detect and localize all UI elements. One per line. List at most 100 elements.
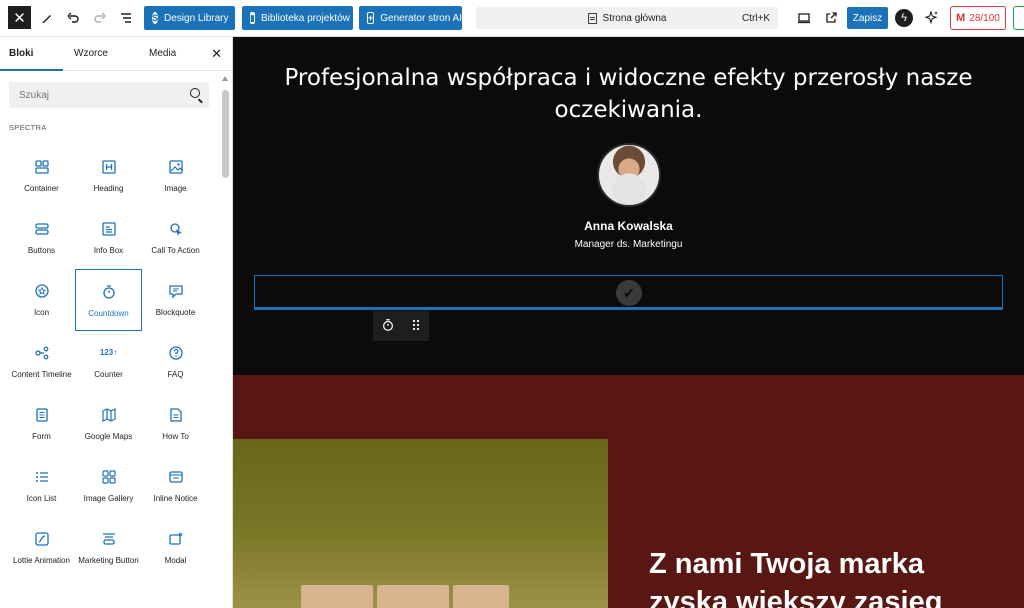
wooden-block-image — [453, 585, 509, 608]
list-view-icon — [121, 13, 131, 23]
design-library-button[interactable]: S Design Library — [144, 6, 235, 30]
counter-icon: 123↑ — [99, 348, 118, 357]
testimonial-section[interactable]: Profesjonalna współpraca i widoczne efek… — [233, 37, 1024, 375]
countdown-icon — [383, 318, 393, 331]
preview-button[interactable] — [792, 6, 816, 30]
call-to-action-icon — [168, 221, 184, 237]
block-call-to-action[interactable]: Call To Action — [142, 207, 209, 269]
avatar[interactable] — [597, 143, 661, 207]
document-command-bar[interactable]: Strona główna Ctrl+K — [476, 7, 778, 29]
wooden-block-image — [377, 585, 449, 608]
save-button[interactable]: Zapisz — [847, 7, 888, 29]
redo-button[interactable] — [88, 6, 112, 30]
block-how-to[interactable]: How To — [142, 393, 209, 455]
blocks-photo[interactable] — [233, 439, 608, 608]
heading-icon — [101, 159, 117, 175]
marketing-button-icon — [101, 531, 117, 547]
ai-sparkle-icon: + — [367, 12, 375, 24]
block-icon-list[interactable]: Icon List — [8, 455, 75, 517]
ai-page-generator-button[interactable]: + Generator stron AI — [359, 6, 462, 30]
how-to-icon — [168, 407, 184, 423]
block-form[interactable]: Form — [8, 393, 75, 455]
block-info-box[interactable]: Info Box — [75, 207, 142, 269]
editor-top-toolbar: ✕ S Design Library ▮ Biblioteka projektó… — [0, 0, 1024, 37]
block-image-gallery[interactable]: Image Gallery — [75, 455, 142, 517]
block-faq[interactable]: FAQ — [142, 331, 209, 393]
close-editor-button[interactable]: ✕ — [8, 6, 31, 29]
countdown-icon — [101, 284, 117, 300]
sidebar-scrollbar[interactable] — [222, 74, 229, 607]
undo-button[interactable] — [61, 6, 85, 30]
block-blockquote[interactable]: Blockquote — [142, 269, 209, 331]
image-icon — [168, 159, 184, 175]
testimonial-author-role[interactable]: Manager ds. Marketingu — [233, 239, 1024, 250]
redo-icon — [94, 12, 106, 23]
seo-score-badge[interactable]: M 28/100 — [950, 6, 1006, 30]
countdown-block-switcher[interactable] — [381, 318, 395, 335]
library-logo-icon: ▮ — [250, 12, 255, 24]
buttons-icon — [34, 221, 50, 237]
page-icon — [587, 12, 597, 24]
drag-handle-icon[interactable] — [411, 318, 421, 335]
ai-assistant-button[interactable] — [920, 6, 944, 30]
section-headline[interactable]: Z nami Twoja marka zyska większy zasięg — [649, 545, 1009, 608]
editor-canvas: Profesjonalna współpraca i widoczne efek… — [233, 37, 1024, 608]
scroll-thumb[interactable] — [222, 90, 229, 178]
block-counter[interactable]: 123↑ Counter — [75, 331, 142, 393]
map-icon — [101, 407, 117, 423]
testimonial-author-name[interactable]: Anna Kowalska — [233, 219, 1024, 233]
inserter-tabs: Bloki Wzorce Media ✕ — [0, 37, 232, 71]
bolt-button[interactable]: ϟ — [895, 9, 913, 27]
close-icon: ✕ — [13, 9, 26, 27]
document-title: Strona główna — [602, 12, 667, 24]
block-search-input[interactable]: Szukaj — [9, 82, 209, 108]
view-page-button[interactable] — [819, 6, 843, 30]
info-box-icon — [101, 221, 117, 237]
block-countdown[interactable]: Countdown — [75, 269, 142, 331]
block-modal[interactable]: Modal — [142, 517, 209, 579]
block-inserter-panel: Bloki Wzorce Media ✕ Szukaj SPECTRA Cont… — [0, 37, 233, 608]
active-tab-indicator — [0, 69, 63, 71]
close-icon: ✕ — [211, 46, 222, 61]
form-icon — [34, 407, 50, 423]
pen-icon — [42, 15, 51, 23]
block-toolbar — [373, 311, 429, 341]
container-icon — [34, 159, 50, 175]
tab-patterns[interactable]: Wzorce — [74, 37, 108, 71]
block-container[interactable]: Container — [8, 145, 75, 207]
gallery-icon — [101, 469, 117, 485]
countdown-block-selected[interactable]: ✔ — [254, 275, 1003, 310]
block-content-timeline[interactable]: Content Timeline — [8, 331, 75, 393]
block-marketing-button[interactable]: Marketing Button — [75, 517, 142, 579]
block-google-maps[interactable]: Google Maps — [75, 393, 142, 455]
modal-icon — [168, 531, 184, 547]
undo-icon — [67, 12, 79, 23]
spectra-logo-icon: S — [152, 12, 159, 24]
tab-blocks[interactable]: Bloki — [9, 37, 33, 71]
lottie-icon — [34, 531, 50, 547]
block-icon[interactable]: Icon — [8, 269, 75, 331]
icon-block-icon — [34, 283, 50, 299]
projects-library-button[interactable]: ▮ Biblioteka projektów — [242, 6, 353, 30]
icon-list-icon — [34, 469, 50, 485]
check-icon: ✔ — [616, 280, 642, 306]
list-view-button[interactable] — [114, 6, 138, 30]
tools-pen-button[interactable] — [35, 6, 59, 30]
block-buttons[interactable]: Buttons — [8, 207, 75, 269]
readability-badge[interactable] — [1013, 6, 1024, 30]
external-link-icon — [826, 12, 837, 23]
block-inline-notice[interactable]: Inline Notice — [142, 455, 209, 517]
block-category-label: SPECTRA — [9, 123, 47, 132]
block-image[interactable]: Image — [142, 145, 209, 207]
block-heading[interactable]: Heading — [75, 145, 142, 207]
tab-media[interactable]: Media — [149, 37, 176, 71]
scroll-up-icon[interactable] — [222, 76, 228, 81]
sparkle-icon — [924, 10, 938, 25]
timeline-icon — [34, 345, 50, 361]
search-icon — [190, 88, 200, 98]
block-lottie-animation[interactable]: Lottie Animation — [8, 517, 75, 579]
inline-notice-icon — [168, 469, 184, 485]
testimonial-quote[interactable]: Profesjonalna współpraca i widoczne efek… — [253, 62, 1004, 126]
shortcut-hint: Ctrl+K — [741, 12, 770, 24]
close-inserter-button[interactable]: ✕ — [211, 46, 222, 62]
